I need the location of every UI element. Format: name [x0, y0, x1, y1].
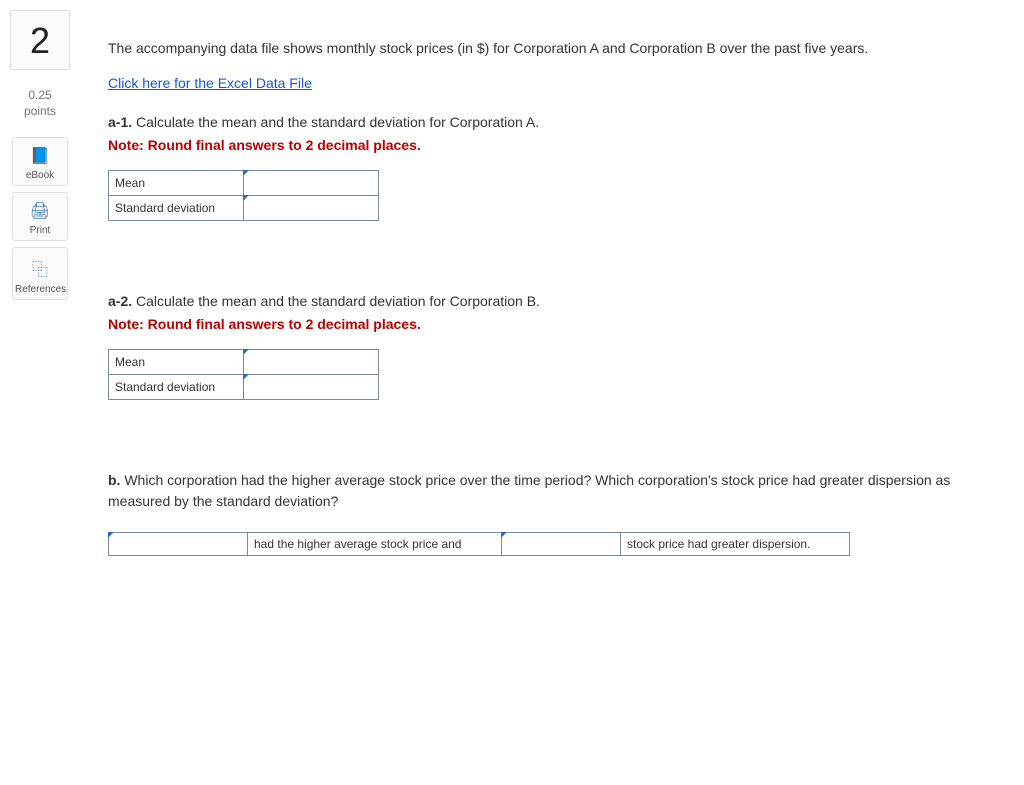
question-content: The accompanying data file shows monthly… — [80, 10, 1024, 576]
b-text-segment-2: stock price had greater dispersion. — [620, 532, 850, 556]
a2-answer-table: Mean Standard deviation — [108, 349, 379, 400]
a2-sd-label: Standard deviation — [109, 375, 244, 400]
points-display: 0.25 points — [0, 88, 80, 119]
a2-label: a-2. — [108, 293, 132, 309]
print-label: Print — [30, 225, 51, 236]
b-prompt: b. Which corporation had the higher aver… — [108, 470, 1008, 512]
a1-mean-input[interactable] — [244, 171, 379, 196]
a2-mean-label: Mean — [109, 350, 244, 375]
b-text: Which corporation had the higher average… — [108, 472, 950, 509]
ebook-button[interactable]: 📘 eBook — [12, 137, 68, 186]
a1-sd-label: Standard deviation — [109, 196, 244, 221]
a1-label: a-1. — [108, 114, 132, 130]
a1-prompt: a-1. Calculate the mean and the standard… — [108, 112, 1008, 133]
a2-note: Note: Round final answers to 2 decimal p… — [108, 314, 1008, 335]
copy-icon: ⿻ — [15, 256, 65, 280]
printer-icon: 🖨 — [15, 201, 65, 221]
print-button[interactable]: 🖨 Print — [12, 192, 68, 241]
references-button[interactable]: ⿻ References — [12, 247, 68, 300]
a2-sd-input[interactable] — [244, 375, 379, 400]
a1-answer-table: Mean Standard deviation — [108, 170, 379, 221]
b-dropdown-corporation-avg[interactable] — [108, 532, 248, 556]
b-text-segment-1: had the higher average stock price and — [247, 532, 502, 556]
ebook-label: eBook — [26, 170, 54, 181]
b-dropdown-corporation-dispersion[interactable] — [501, 532, 621, 556]
a1-note: Note: Round final answers to 2 decimal p… — [108, 135, 1008, 156]
a1-sd-input[interactable] — [244, 196, 379, 221]
a1-text: Calculate the mean and the standard devi… — [136, 114, 539, 130]
a2-prompt: a-2. Calculate the mean and the standard… — [108, 291, 1008, 312]
references-label: References — [15, 284, 66, 295]
question-sidebar: 2 0.25 points 📘 eBook 🖨 Print ⿻ Referenc… — [0, 10, 80, 306]
intro-text: The accompanying data file shows monthly… — [108, 38, 1008, 59]
excel-data-link[interactable]: Click here for the Excel Data File — [108, 73, 312, 94]
book-icon: 📘 — [15, 146, 65, 166]
a1-mean-label: Mean — [109, 171, 244, 196]
points-label: points — [24, 104, 56, 118]
table-row: Standard deviation — [109, 196, 379, 221]
question-number: 2 — [10, 10, 70, 70]
table-row: Mean — [109, 350, 379, 375]
b-answer-row: had the higher average stock price and s… — [108, 532, 1008, 556]
a2-text: Calculate the mean and the standard devi… — [136, 293, 540, 309]
b-label: b. — [108, 472, 120, 488]
points-value: 0.25 — [28, 88, 51, 102]
table-row: Standard deviation — [109, 375, 379, 400]
a2-mean-input[interactable] — [244, 350, 379, 375]
table-row: Mean — [109, 171, 379, 196]
